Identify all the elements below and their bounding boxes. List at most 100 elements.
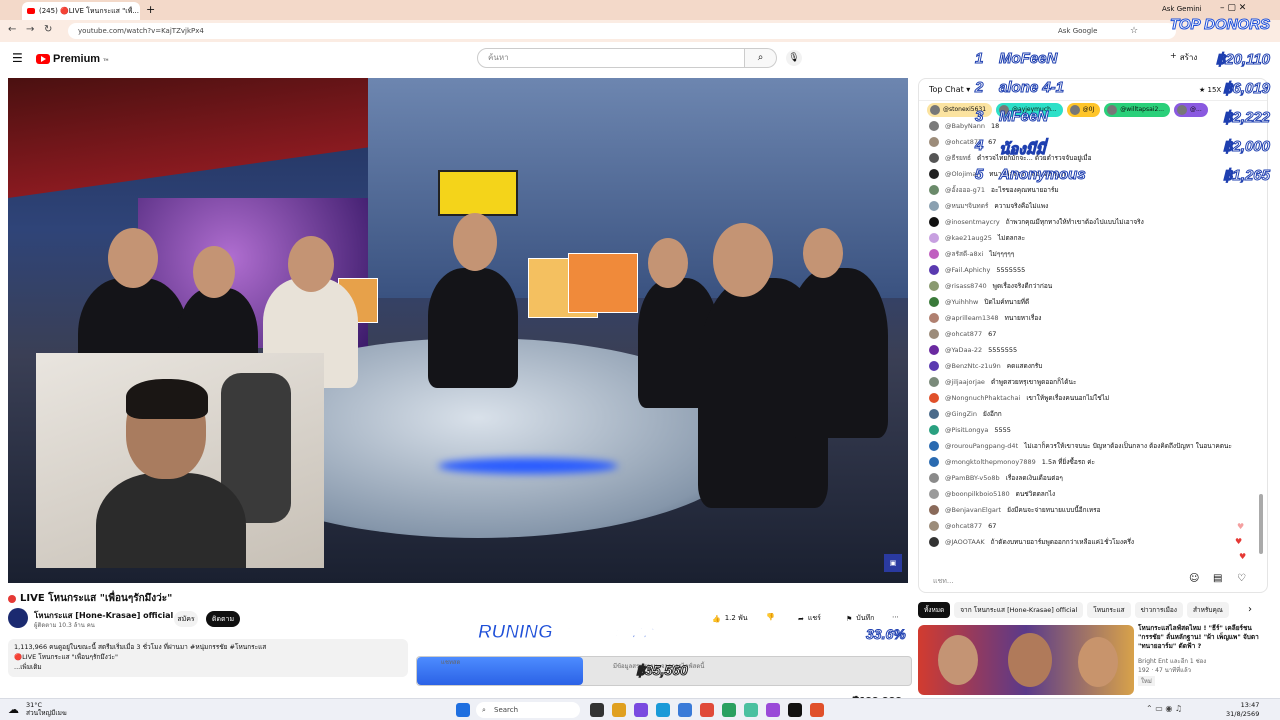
bookmark-star-icon[interactable]: ☆ [1130, 23, 1138, 39]
subscribe-button[interactable]: ติดตาม [206, 611, 240, 627]
app-icon[interactable] [634, 703, 648, 717]
new-tab-icon[interactable]: + [146, 3, 155, 16]
voice-search-icon[interactable]: 🎙 [786, 50, 802, 66]
channel-avatar[interactable] [8, 608, 28, 628]
chat-author[interactable]: @PamBBY-v5o8b [945, 474, 1000, 482]
menu-icon[interactable]: ☰ [12, 51, 23, 65]
reload-icon[interactable]: ↻ [44, 24, 52, 35]
chat-message[interactable]: @inosentmaycry ถ้าพวกคุณมีทุกทางให้ทำเขาต… [929, 215, 1144, 229]
chat-author[interactable]: @mongktolthepmonoy7889 [945, 458, 1036, 466]
chat-author[interactable]: @BenjavanElgart [945, 506, 1001, 514]
store-icon[interactable] [678, 703, 692, 717]
more-actions-icon[interactable]: ⋯ [892, 613, 899, 621]
chat-message[interactable]: @BenjavanElgart ยังมีคนจะจ่ายทนายแบบนี้อี… [929, 503, 1101, 517]
taskbar-search[interactable]: ⌕ Search [476, 702, 580, 718]
chat-message[interactable]: @aprilleam1348 ทนายหาเรื่อง [929, 311, 1041, 325]
chat-input[interactable]: แชท... [927, 573, 1197, 589]
chat-message[interactable]: @YaDaa-22 5555555 [929, 343, 1017, 357]
app-icon[interactable] [744, 703, 758, 717]
clock[interactable]: 13:47 31/8/2569 [1226, 701, 1259, 719]
chat-author[interactable]: @PisitLongya [945, 426, 988, 434]
chat-message[interactable]: @mongktolthepmonoy7889 1.5ล ที่ยิ่งซื้อรถ… [929, 455, 1095, 469]
save-button[interactable]: ⚑ บันทึก [846, 613, 874, 624]
chat-author[interactable]: @NongnuchPhaktachai [945, 394, 1020, 402]
chat-message[interactable]: @ohcat877 67 [929, 327, 996, 341]
browser-tab[interactable]: (245) 🔴LIVE โหนกระแส "เพื่... [22, 2, 140, 20]
forward-icon[interactable]: → [26, 24, 34, 35]
discord-icon[interactable] [766, 703, 780, 717]
chat-author[interactable]: @หนมฯจินทดร์ [945, 201, 988, 211]
chat-message[interactable]: @risass8740 พูดเรื่องจริงดีกว่าก่อน [929, 279, 1052, 293]
file-explorer-icon[interactable] [612, 703, 626, 717]
chat-author[interactable]: @boonpilkboio5180 [945, 490, 1010, 498]
chat-author[interactable]: @BenzNtc-z1u9n [945, 362, 1001, 370]
emoji-icon[interactable]: ☺ [1189, 573, 1199, 584]
chat-author[interactable]: @GingZin [945, 410, 977, 418]
obs-icon[interactable] [788, 703, 802, 717]
chat-scrollbar[interactable] [1259, 494, 1263, 554]
recommended-video-thumbnail[interactable] [918, 625, 1134, 695]
app-icon[interactable] [810, 703, 824, 717]
chevron-right-icon[interactable]: › [1248, 604, 1252, 615]
chat-author[interactable]: @aprilleam1348 [945, 314, 999, 322]
dislike-button[interactable]: 👎 [766, 613, 775, 621]
chat-message[interactable]: @NongnuchPhaktachai เขาให้พูดเรื่องคนนอกไ… [929, 391, 1109, 405]
window-controls[interactable]: – ▢ ✕ [1220, 3, 1246, 13]
chat-author[interactable]: @Yuihhhw [945, 298, 978, 306]
chat-mode-dropdown[interactable]: Top Chat ▾ [929, 85, 970, 94]
chat-author[interactable]: @YaDaa-22 [945, 346, 982, 354]
url-field[interactable]: youtube.com/watch?v=KajTZvjkPx4 Ask Goog… [68, 23, 1176, 39]
chat-message[interactable]: @kae21aug25 ไม่ตลกละ [929, 231, 1025, 245]
chat-author[interactable]: @JAOOTAAK [945, 538, 985, 546]
chat-message[interactable]: @JAOOTAAK ถ้าตัดงบทนายอาร์มพูดออกกว่าเหลื… [929, 535, 1134, 549]
description-more[interactable]: ...เพิ่มเติม [14, 662, 402, 672]
filter-chip[interactable]: สำหรับคุณ [1186, 602, 1229, 618]
like-button[interactable]: 👍 1.2 พัน [712, 613, 747, 624]
chat-author[interactable]: @rourouPangpang-d4t [945, 442, 1018, 450]
chat-message[interactable]: @Yuihhhw ปิดไมค์ทนายที่ดี [929, 295, 1029, 309]
chat-author[interactable]: @ohcat877 [945, 330, 982, 338]
edge-icon[interactable] [656, 703, 670, 717]
ask-gemini-button[interactable]: Ask Gemini [1162, 5, 1202, 13]
video-player[interactable]: ▣ [8, 78, 908, 583]
chrome-icon[interactable] [700, 703, 714, 717]
search-button[interactable]: ⌕ [745, 48, 777, 68]
chat-message[interactable]: @PamBBY-v5o8b เรื่องลดเงินเดือนต่อๆ [929, 471, 1063, 485]
super-chat-icon[interactable]: ▤ [1213, 573, 1222, 584]
heart-icon[interactable]: ♡ [1237, 573, 1246, 584]
search-input[interactable]: ค้นหา [477, 48, 745, 68]
youtube-logo[interactable]: Premium TH [36, 53, 108, 65]
filter-chip[interactable]: โหนกระแส [1087, 602, 1131, 618]
chat-message[interactable]: @rourouPangpang-d4t ไม่เอาก็ควรให้เขาจบนะ… [929, 439, 1232, 453]
chat-message[interactable]: @ลรัสดี-a8xi ไม่ๆๆๆๆๆ [929, 247, 1014, 261]
filter-chip[interactable]: จาก โหนกระแส [Hone-Krasae] official [954, 602, 1084, 618]
chat-author[interactable]: @Fail.Aphichy [945, 266, 990, 274]
weather-widget[interactable]: 31°C ส่วนใหญ่มีเมฆ [26, 701, 67, 717]
share-button[interactable]: ➦ แชร์ [798, 613, 821, 624]
chat-author[interactable]: @ohcat877 [945, 522, 982, 530]
join-button[interactable]: สมัคร [174, 611, 198, 627]
chat-author[interactable]: @inosentmaycry [945, 218, 1000, 226]
chat-author[interactable]: @kae21aug25 [945, 234, 992, 242]
chat-author[interactable]: @ลรัสดี-a8xi [945, 249, 983, 259]
task-view-icon[interactable] [590, 703, 604, 717]
ask-google-button[interactable]: Ask Google [1058, 23, 1097, 39]
start-icon[interactable] [456, 703, 470, 717]
chat-author[interactable]: @risass8740 [945, 282, 987, 290]
recommended-video-title[interactable]: โหนกระแสไลฟ์สดไหม ! "ธีร์" เคลียร์ชน "กร… [1138, 624, 1268, 651]
filter-chip[interactable]: ข่าวการเมือง [1134, 602, 1183, 618]
app-icon[interactable] [722, 703, 736, 717]
chat-message[interactable]: @PisitLongya 5555 [929, 423, 1011, 437]
chat-message[interactable]: @Fail.Aphichy 5555555 [929, 263, 1025, 277]
chat-author[interactable]: @ธีรยทธ์ [945, 153, 971, 163]
filter-chip[interactable]: ทั้งหมด [918, 602, 951, 618]
chat-author[interactable]: @jiljaajorjae [945, 378, 985, 386]
description-box[interactable]: 1,113,966 คนดูอยู่ในขณะนี้ สตรีมเริ่มเมื… [8, 639, 408, 677]
chat-message[interactable]: @หนมฯจินทดร์ ความจริงคือไม่แพง [929, 199, 1048, 213]
chat-message[interactable]: @BenzNtc-z1u9n คดแสดงกรับ [929, 359, 1042, 373]
chat-message[interactable]: @GingZin ยังอีกก [929, 407, 1002, 421]
chat-message[interactable]: @boonpilkboio5180 ดนช่วิตดลกไง [929, 487, 1055, 501]
system-tray-icons[interactable]: ⌃ ▭ ◉ ♫ [1146, 704, 1182, 713]
chat-message[interactable]: @ohcat877 67 [929, 519, 996, 533]
back-icon[interactable]: ← [8, 24, 16, 35]
